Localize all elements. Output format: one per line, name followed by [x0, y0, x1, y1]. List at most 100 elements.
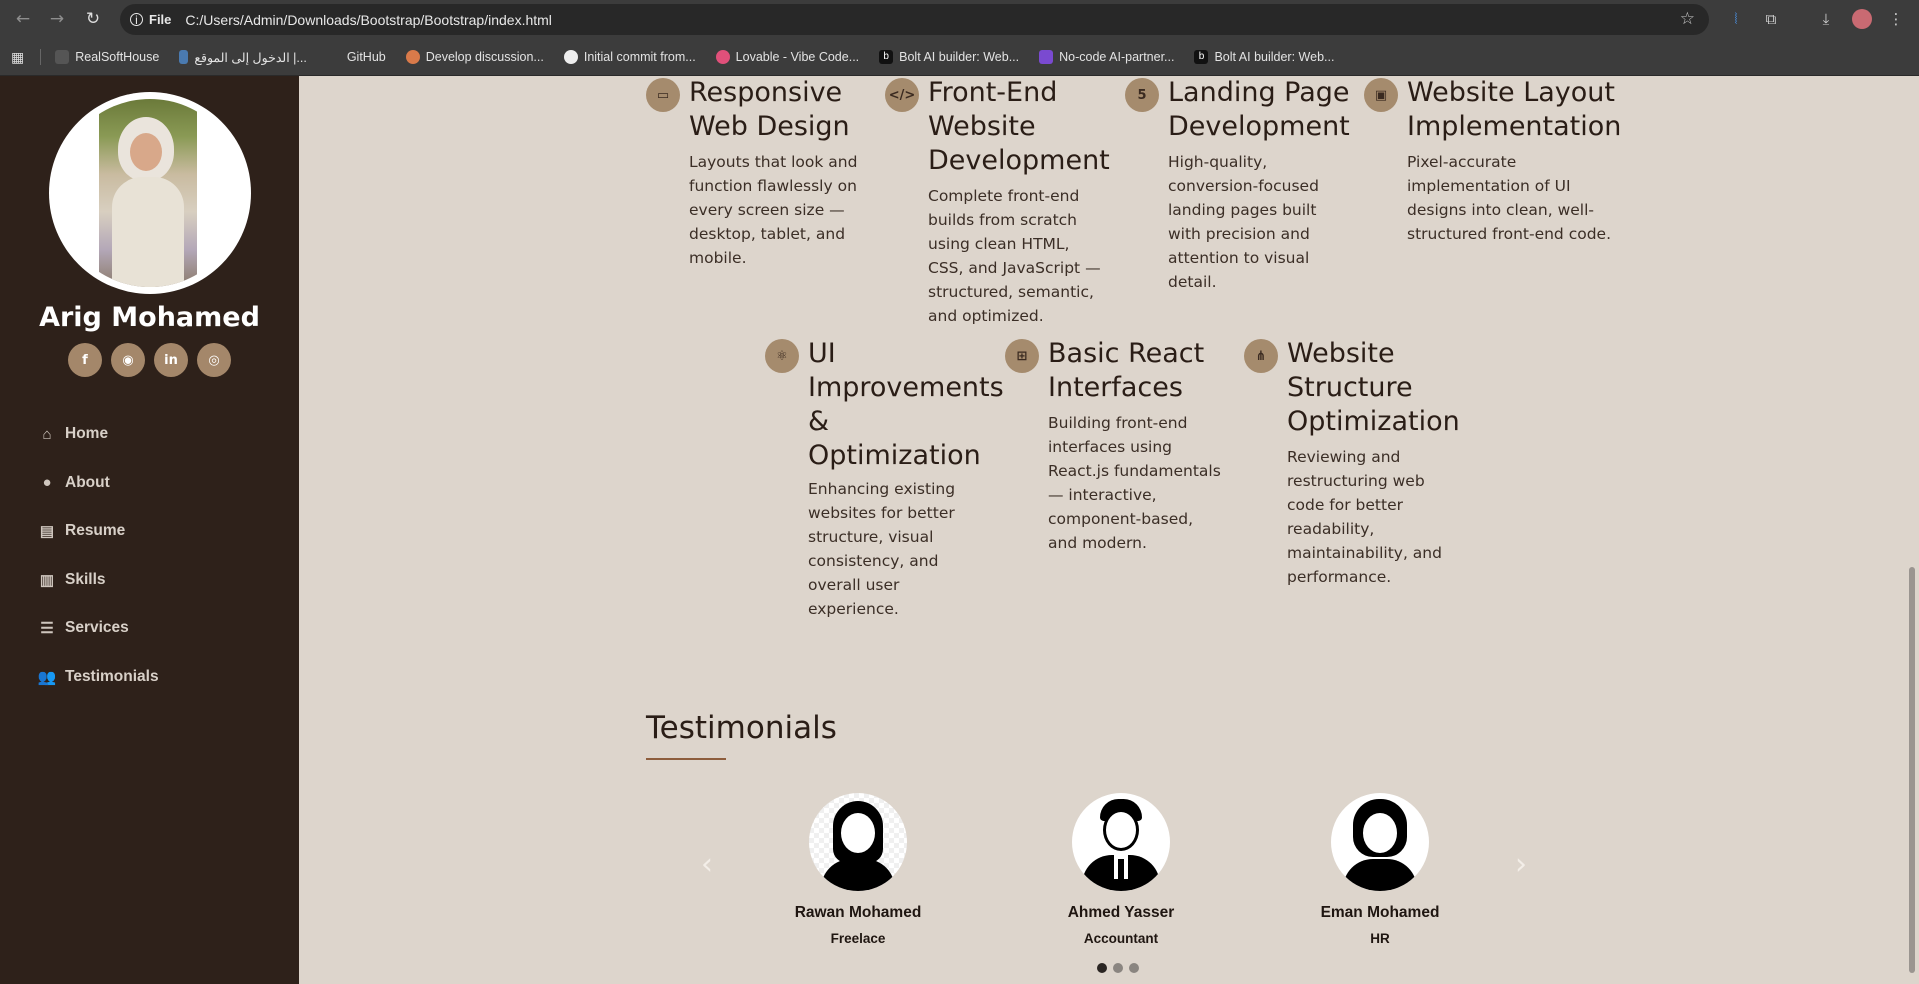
testimonial-avatar	[1331, 793, 1429, 891]
service-title: Front-End Website Development	[928, 77, 1110, 176]
service-description: Complete front-end builds from scratch u…	[928, 187, 1101, 325]
bookmark-star-icon[interactable]: ☆	[1680, 9, 1695, 29]
extensions-puzzle-icon[interactable]: ⧉	[1760, 8, 1782, 30]
sidebar-item-testimonials[interactable]: 👥 Testimonials	[38, 653, 159, 702]
testimonial-name: Rawan Mohamed	[794, 904, 922, 921]
testimonial-avatar	[1072, 793, 1170, 891]
github-octocat-icon	[563, 50, 578, 64]
carousel-dot[interactable]	[1113, 963, 1123, 973]
scrollbar-thumb[interactable]	[1909, 567, 1915, 973]
github-bookmark-icon	[326, 50, 341, 64]
bookmark-item[interactable]: b Bolt AI builder: Web...	[879, 50, 1019, 64]
service-title: Responsive Web Design	[689, 77, 850, 142]
spark-icon	[405, 50, 420, 64]
sidebar-item-services[interactable]: ☰ Services	[38, 604, 159, 653]
sitemap-icon: ⋔	[1244, 339, 1278, 373]
sidebar-item-resume[interactable]: ▤ Resume	[38, 507, 159, 556]
heading-underline	[646, 758, 726, 760]
info-icon: i	[130, 13, 143, 27]
sidebar-menu: ⌂ Home ● About ▤ Resume ▥ Skills ☰ Services 👥…	[38, 410, 159, 701]
sidebar-item-about[interactable]: ● About	[38, 459, 159, 508]
profile-avatar-icon[interactable]	[1851, 8, 1873, 30]
carousel-prev-icon[interactable]: ‹	[701, 847, 713, 882]
bookmark-item[interactable]: b Bolt AI builder: Web...	[1194, 50, 1334, 64]
social-links: f ◉ in ◎	[68, 343, 231, 377]
more-menu-icon[interactable]: ⋮	[1885, 8, 1907, 30]
service-description: Reviewing and restructuring web code for…	[1287, 448, 1442, 586]
back-button[interactable]: ←	[8, 4, 38, 34]
code-icon: </>	[885, 78, 919, 112]
testimonial-card: Eman Mohamed HR	[1280, 793, 1480, 946]
testimonial-name: Eman Mohamed	[1320, 904, 1440, 921]
file-icon: ▤	[39, 523, 55, 541]
main-content: ▭ Responsive Web Design Layouts that loo…	[299, 76, 1905, 984]
bolt-icon: b	[879, 50, 894, 64]
testimonial-avatar	[809, 793, 907, 891]
bookmark-item[interactable]: Initial commit from...	[563, 50, 696, 64]
extension-signal-icon[interactable]: ⦚	[1725, 8, 1747, 30]
sidebar: Arig Mohamed f ◉ in ◎ ⌂ Home ● About ▤ Resu…	[0, 76, 299, 984]
realsoft-icon	[55, 50, 70, 64]
bookmark-item[interactable]: Lovable - Vibe Code...	[715, 50, 859, 64]
bookmark-item[interactable]: Develop discussion...	[405, 50, 544, 64]
lovable-heart-icon	[715, 50, 730, 64]
facebook-icon[interactable]: f	[68, 343, 102, 377]
html5-icon: 5	[1125, 78, 1159, 112]
page-scrollbar[interactable]	[1905, 76, 1919, 984]
book-icon: ▥	[39, 571, 55, 589]
nocode-icon	[1039, 50, 1054, 64]
sidebar-item-skills[interactable]: ▥ Skills	[38, 556, 159, 605]
sidebar-item-home[interactable]: ⌂ Home	[38, 410, 159, 459]
testimonial-role: Freelace	[830, 931, 886, 946]
instagram-icon[interactable]: ◎	[197, 343, 231, 377]
service-description: Enhancing existing websites for better s…	[808, 480, 956, 618]
person-icon	[179, 50, 189, 64]
testimonial-card: Rawan Mohamed Freelace	[758, 793, 958, 946]
user-icon: ●	[42, 474, 52, 492]
service-title: Basic React Interfaces	[1048, 338, 1205, 403]
bookmark-separator	[40, 49, 42, 65]
profile-photo	[56, 99, 244, 287]
browser-toolbar: ← → ↻ i File C:/Users/Admin/Downloads/Boo…	[0, 0, 1919, 39]
service-description: Pixel-accurate implementation of UI desi…	[1407, 153, 1612, 243]
service-title: UI Improvements & Optimization	[808, 338, 1004, 471]
address-bar[interactable]: i File C:/Users/Admin/Downloads/Bootstrap…	[120, 4, 1709, 35]
service-description: Layouts that look and function flawlessl…	[689, 153, 858, 267]
service-title: Landing Page Development	[1168, 77, 1350, 142]
testimonial-name: Ahmed Yasser	[1067, 904, 1175, 921]
forward-button[interactable]: →	[42, 4, 72, 34]
bookmarks-bar: ▦ RealSoftHouse الدخول إلى الموقع |... G…	[0, 39, 1919, 76]
server-icon: ☰	[40, 620, 54, 638]
service-title: Website Layout Implementation	[1407, 77, 1622, 142]
components-icon: ⊞	[1005, 339, 1039, 373]
testimonial-role: Accountant	[1083, 931, 1159, 946]
reload-button[interactable]: ↻	[78, 4, 108, 34]
file-chip[interactable]: i File	[130, 12, 171, 27]
carousel-dot[interactable]	[1097, 963, 1107, 973]
testimonial-card: Ahmed Yasser Accountant	[1021, 793, 1221, 946]
bookmark-item[interactable]: RealSoftHouse	[55, 50, 159, 64]
service-description: Building front-end interfaces using Reac…	[1048, 414, 1221, 552]
layout-icon: ▣	[1364, 78, 1398, 112]
testimonials-heading: Testimonials	[646, 710, 837, 746]
carousel-dot[interactable]	[1129, 963, 1139, 973]
laptop-icon: ▭	[646, 78, 680, 112]
github-icon[interactable]: ◉	[111, 343, 145, 377]
url-text: C:/Users/Admin/Downloads/Bootstrap/Boots…	[185, 11, 552, 28]
bookmark-item[interactable]: No-code AI-partner...	[1039, 50, 1174, 64]
profile-avatar	[49, 92, 251, 294]
service-title: Website Structure Optimization	[1287, 338, 1460, 437]
service-description: High-quality, conversion-focused landing…	[1168, 153, 1319, 291]
home-icon: ⌂	[42, 425, 52, 443]
bookmark-item[interactable]: GitHub	[326, 50, 386, 64]
apps-grid-icon[interactable]: ▦	[11, 49, 24, 66]
profile-name: Arig Mohamed	[39, 302, 260, 333]
bolt-icon: b	[1194, 50, 1209, 64]
download-icon[interactable]: ⤓	[1815, 8, 1837, 30]
linkedin-icon[interactable]: in	[154, 343, 188, 377]
carousel-next-icon[interactable]: ›	[1515, 847, 1527, 882]
testimonial-role: HR	[1370, 931, 1390, 946]
carousel-indicators	[1097, 963, 1139, 973]
react-icon: ⚛	[765, 339, 799, 373]
bookmark-item[interactable]: الدخول إلى الموقع |...	[179, 50, 307, 65]
